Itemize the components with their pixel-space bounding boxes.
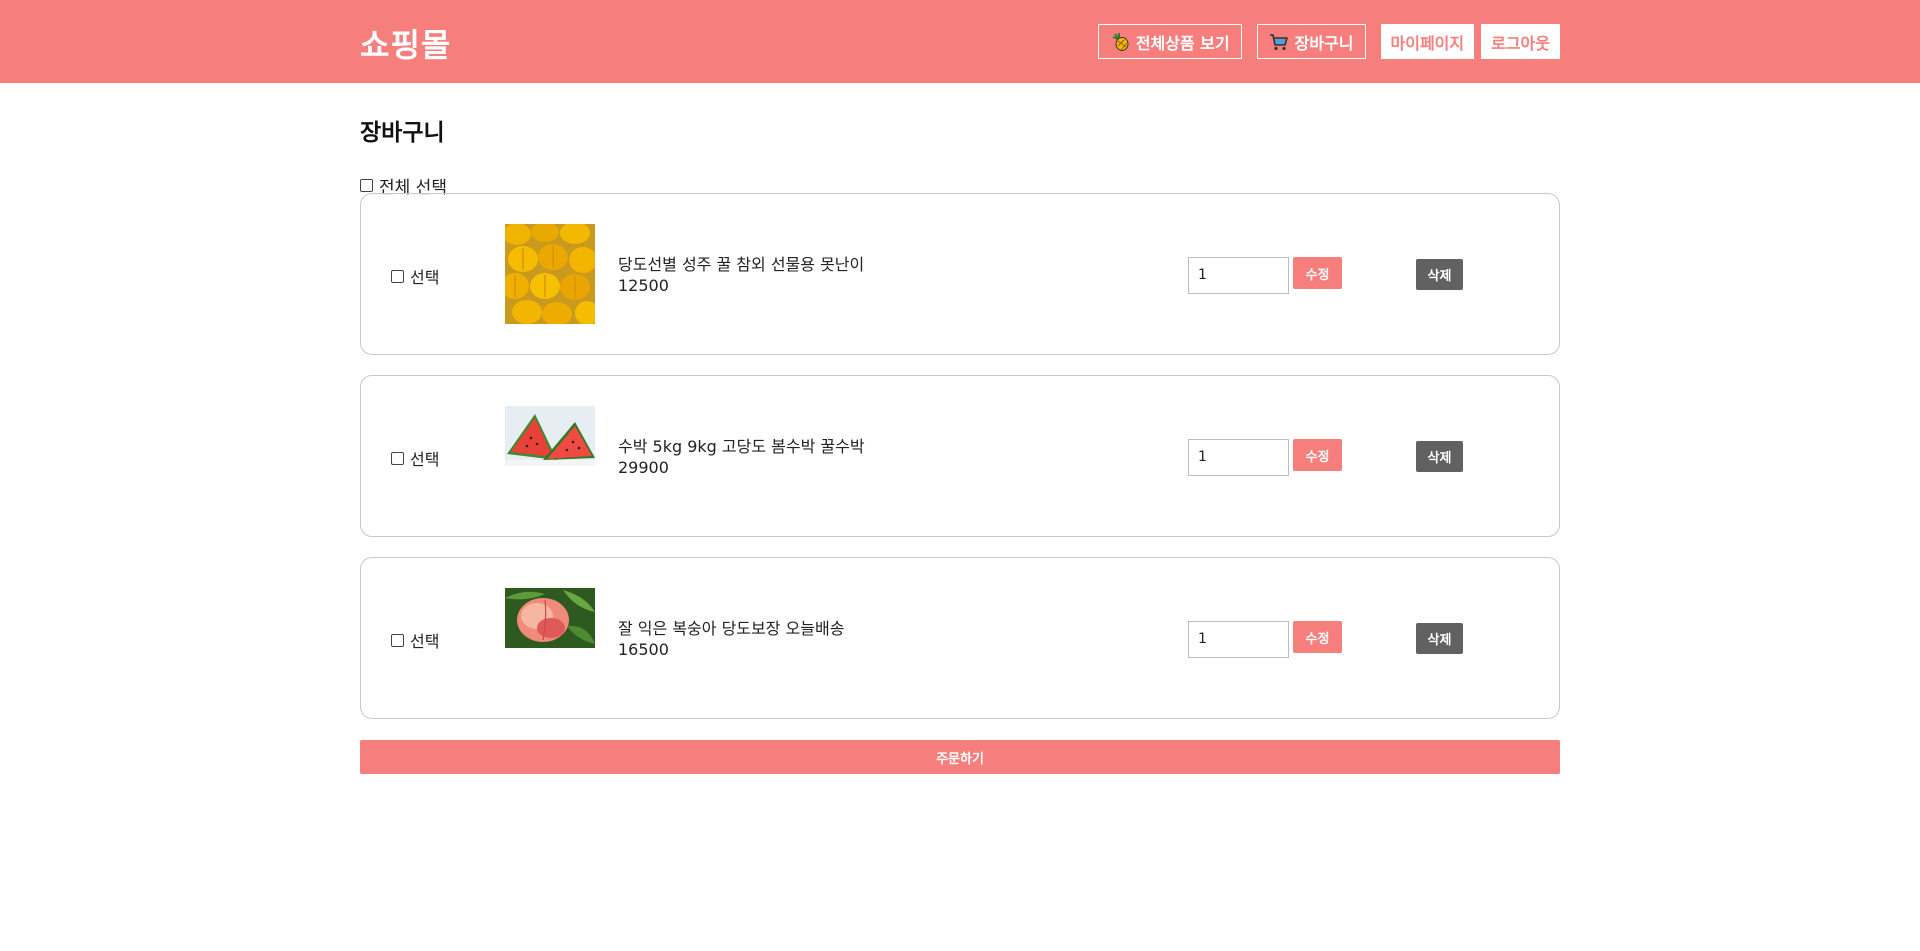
delete-button[interactable]: 삭제: [1416, 441, 1463, 472]
order-button[interactable]: 주문하기: [360, 740, 1560, 774]
item-select[interactable]: 선택: [391, 628, 439, 652]
item-name[interactable]: 수박 5kg 9kg 고당도 봄수박 꿀수박: [618, 436, 865, 457]
edit-quantity-button[interactable]: 수정: [1293, 257, 1342, 289]
item-select[interactable]: 선택: [391, 446, 439, 470]
delete-button[interactable]: 삭제: [1416, 623, 1463, 654]
item-name[interactable]: 당도선별 성주 꿀 참외 선물용 못난이: [618, 254, 864, 275]
item-price: 16500: [618, 640, 669, 659]
item-select-label: 선택: [410, 268, 440, 287]
delete-button[interactable]: 삭제: [1416, 259, 1463, 290]
item-checkbox[interactable]: [391, 451, 404, 465]
cart-item: 선택 수박 5kg 9kg 고당도 봄수박 꿀수박 29900 1 수정 삭제: [360, 375, 1560, 537]
all-products-button[interactable]: 전체상품 보기: [1097, 24, 1242, 59]
item-name[interactable]: 잘 익은 복숭아 당도보장 오늘배송: [618, 618, 844, 639]
item-info: 당도선별 성주 꿀 참외 선물용 못난이 12500: [618, 254, 864, 296]
quantity-input[interactable]: 1: [1188, 439, 1289, 476]
item-select-label: 선택: [410, 450, 440, 469]
item-checkbox[interactable]: [391, 269, 404, 283]
cart-item: 선택 당도선별 성주 꿀 참외 선물용 못난이 12500 1 수정 삭제: [360, 193, 1560, 355]
item-price: 12500: [618, 276, 669, 295]
logout-button[interactable]: 로그아웃: [1481, 24, 1560, 59]
cart-icon: [1269, 32, 1289, 52]
quantity-input[interactable]: 1: [1188, 257, 1289, 294]
mypage-button[interactable]: 마이페이지: [1380, 24, 1475, 59]
quantity-input[interactable]: 1: [1188, 621, 1289, 658]
item-select[interactable]: 선택: [391, 264, 439, 288]
item-select-label: 선택: [410, 632, 440, 651]
edit-quantity-button[interactable]: 수정: [1293, 439, 1342, 471]
edit-quantity-button[interactable]: 수정: [1293, 621, 1342, 653]
top-bar: 쇼핑몰 전체상품 보기 장바구니 마이페이지 로그아웃: [0, 0, 1920, 83]
cart-label: 장바구니: [1294, 33, 1354, 53]
select-all-checkbox[interactable]: [360, 179, 373, 192]
cart-button[interactable]: 장바구니: [1256, 24, 1366, 59]
item-price: 29900: [618, 458, 669, 477]
pineapple-icon: [1110, 32, 1130, 52]
korean-melon-image: [505, 224, 595, 324]
cart-item: 선택 잘 익은 복숭아 당도보장 오늘배송 16500 1 수정 삭제: [360, 557, 1560, 719]
peach-image: [505, 588, 595, 688]
watermelon-image: [505, 406, 595, 506]
main-nav: 전체상품 보기 장바구니 마이페이지 로그아웃: [1097, 24, 1560, 59]
item-info: 잘 익은 복숭아 당도보장 오늘배송 16500: [618, 618, 844, 660]
page-title: 장바구니: [360, 120, 445, 146]
item-info: 수박 5kg 9kg 고당도 봄수박 꿀수박 29900: [618, 436, 865, 478]
top-bar-inner: 쇼핑몰 전체상품 보기 장바구니 마이페이지 로그아웃: [360, 0, 1560, 83]
all-products-label: 전체상품 보기: [1135, 33, 1230, 53]
item-checkbox[interactable]: [391, 633, 404, 647]
brand-logo[interactable]: 쇼핑몰: [360, 20, 451, 66]
